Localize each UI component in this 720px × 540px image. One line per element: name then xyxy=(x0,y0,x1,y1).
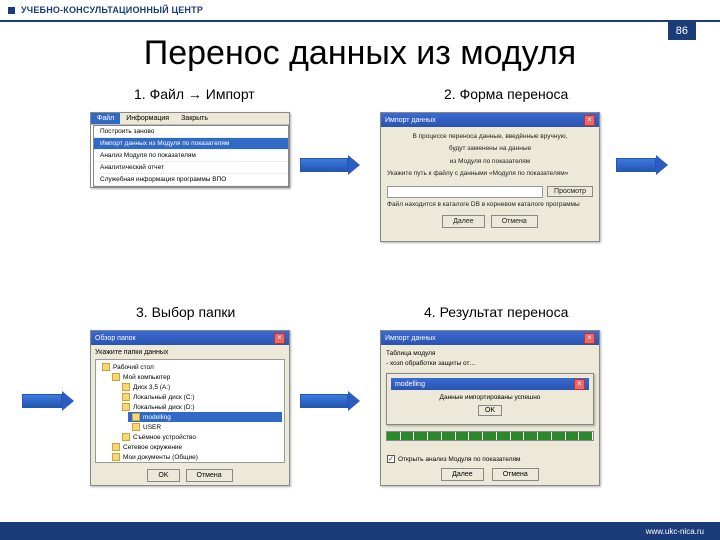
cancel-button[interactable]: Отмена xyxy=(186,469,233,482)
slide-title: Перенос данных из модуля xyxy=(0,34,720,73)
tree-node[interactable]: Рабочий стол xyxy=(113,364,154,371)
close-icon[interactable]: × xyxy=(574,379,585,390)
content-grid: 1. Файл → Импорт 2. Форма переноса 3. Вы… xyxy=(60,86,680,512)
footer-bar: www.ukc-nica.ru xyxy=(0,522,720,540)
menu-item[interactable]: Построить заново xyxy=(94,126,288,138)
progress-bar xyxy=(386,431,594,441)
close-icon[interactable]: × xyxy=(274,333,285,344)
close-icon[interactable]: × xyxy=(584,333,595,344)
folder-icon xyxy=(102,363,110,371)
titlebar: modelling × xyxy=(391,378,589,390)
dropdown-menu: Построить заново Импорт данных из Модуля… xyxy=(93,125,289,187)
dialog-text: будут заменены на данные xyxy=(387,145,593,153)
result-heading: Таблица модуля xyxy=(386,350,594,357)
menu-close[interactable]: Закрыть xyxy=(175,113,214,124)
tree-node[interactable]: USER xyxy=(143,424,161,431)
menu-item[interactable]: Аналитический отчет xyxy=(94,162,288,174)
folder-icon xyxy=(112,453,120,461)
folder-icon xyxy=(132,413,140,421)
tree-node-selected[interactable]: modelling xyxy=(143,414,171,421)
cancel-button[interactable]: Отмена xyxy=(491,215,538,228)
next-button[interactable]: Далее xyxy=(442,215,485,228)
dialog-text: Укажите путь к файлу с данными «Модуля п… xyxy=(387,170,593,178)
folder-icon xyxy=(122,393,130,401)
folder-tree[interactable]: Рабочий стол Мой компьютер Диск 3,5 (A:)… xyxy=(95,359,285,463)
tree-node[interactable]: Сетевое окружение xyxy=(123,444,182,451)
menu-info[interactable]: Информация xyxy=(120,113,175,124)
screenshot-result-dialog: Импорт данных × Таблица модуля - хозп об… xyxy=(380,330,600,486)
message-box: modelling × Данные импортированы успешно… xyxy=(386,373,594,425)
header-bar: УЧЕБНО-КОНСУЛЬТАЦИОННЫЙ ЦЕНТР xyxy=(0,0,720,22)
screenshot-file-menu: Файл Информация Закрыть Построить заново… xyxy=(90,112,290,188)
menu-item-import[interactable]: Импорт данных из Модуля по показателям xyxy=(94,138,288,150)
window-title: Импорт данных xyxy=(385,335,436,342)
arrow-icon xyxy=(616,156,668,174)
screenshot-import-dialog: Импорт данных × В процессе переноса данн… xyxy=(380,112,600,242)
titlebar: Импорт данных × xyxy=(381,331,599,345)
picker-label: Укажите папки данных xyxy=(95,349,285,356)
caption-step-2: 2. Форма переноса xyxy=(444,86,568,102)
tree-node[interactable]: Локальный диск (C:) xyxy=(133,394,195,401)
folder-icon xyxy=(122,403,130,411)
checkbox-icon[interactable]: ✓ xyxy=(387,455,395,463)
titlebar: Импорт данных × xyxy=(381,113,599,127)
path-input[interactable] xyxy=(387,186,543,198)
menubar: Файл Информация Закрыть xyxy=(91,113,289,125)
menu-file[interactable]: Файл xyxy=(91,113,120,124)
tree-node[interactable]: Мои документы (Общие) xyxy=(123,454,198,461)
msg-text: Данные импортированы успешно xyxy=(395,394,585,401)
caption-step-4: 4. Результат переноса xyxy=(424,304,568,320)
window-title: Импорт данных xyxy=(385,117,436,124)
tree-node[interactable]: Мой компьютер xyxy=(123,374,170,381)
open-analysis-checkbox[interactable]: ✓ Открыть анализ Модуля по показателям xyxy=(387,455,520,463)
folder-icon xyxy=(122,433,130,441)
tree-node[interactable]: Локальный диск (D:) xyxy=(133,404,195,411)
result-row: - хозп обработки защиты от… xyxy=(386,360,594,367)
page-number-badge: 86 xyxy=(668,22,696,40)
arrow-icon xyxy=(300,392,360,410)
folder-icon xyxy=(132,423,140,431)
arrow-icon xyxy=(300,156,360,174)
menu-item[interactable]: Служебная информация программы ВПО xyxy=(94,174,288,186)
brand-text: УЧЕБНО-КОНСУЛЬТАЦИОННЫЙ ЦЕНТР xyxy=(21,5,203,15)
caption-step-3: 3. Выбор папки xyxy=(136,304,235,320)
dialog-text: В процессе переноса данные, введённые вр… xyxy=(387,133,593,141)
brand-square-icon xyxy=(8,7,15,14)
tree-node[interactable]: Съёмное устройство xyxy=(133,434,196,441)
titlebar: Обзор папок × xyxy=(91,331,289,345)
cancel-button[interactable]: Отмена xyxy=(492,468,539,481)
checkbox-label: Открыть анализ Модуля по показателям xyxy=(398,456,520,463)
browse-button[interactable]: Просмотр xyxy=(547,186,593,197)
dialog-text: из Модуля по показателям xyxy=(387,158,593,166)
caption-step-1: 1. Файл → Импорт xyxy=(134,86,255,102)
folder-icon xyxy=(122,383,130,391)
next-button[interactable]: Далее xyxy=(441,468,484,481)
arrow-icon xyxy=(22,392,74,410)
window-title: Обзор папок xyxy=(95,335,136,342)
close-icon[interactable]: × xyxy=(584,115,595,126)
dialog-text: Файл находится в каталоге DB в корневом … xyxy=(387,201,593,209)
folder-icon xyxy=(112,373,120,381)
screenshot-folder-picker: Обзор папок × Укажите папки данных Рабоч… xyxy=(90,330,290,486)
folder-icon xyxy=(112,443,120,451)
msg-ok-button[interactable]: OK xyxy=(478,405,502,416)
msg-title: modelling xyxy=(395,381,425,388)
menu-item[interactable]: Анализ Модуля по показателям xyxy=(94,150,288,162)
tree-node[interactable]: Диск 3,5 (A:) xyxy=(133,384,170,391)
footer-url: www.ukc-nica.ru xyxy=(646,527,704,536)
ok-button[interactable]: OK xyxy=(147,469,179,482)
